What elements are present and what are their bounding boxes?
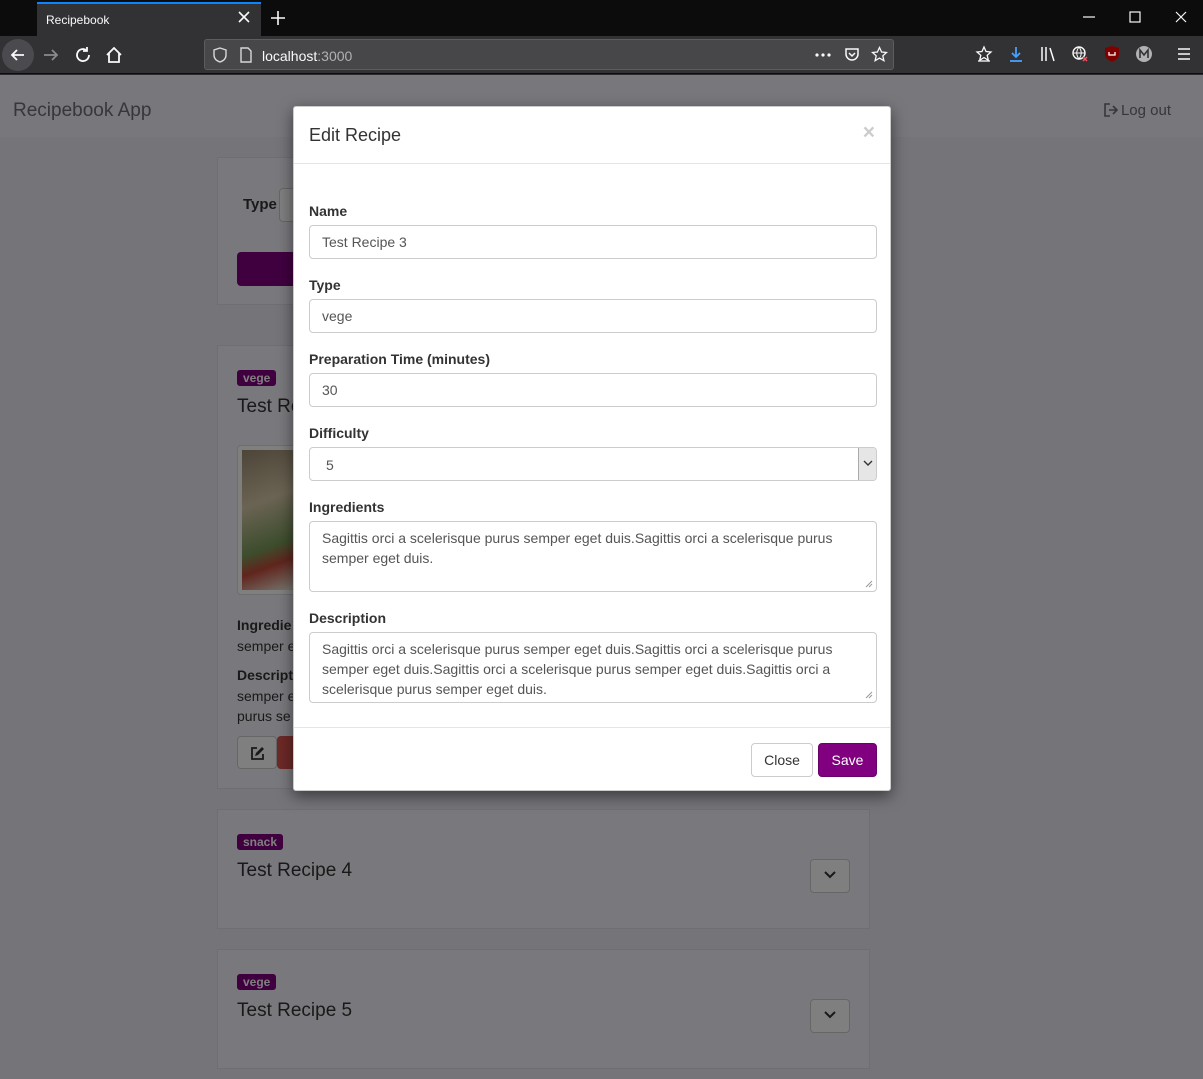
url-bar[interactable]: localhost:3000 (204, 39, 894, 70)
reload-icon (76, 47, 90, 62)
resize-grip-icon[interactable] (865, 580, 873, 588)
difficulty-select[interactable]: 5 (309, 447, 877, 481)
ublock-shield-icon[interactable] (1103, 45, 1121, 63)
prep-time-label: Preparation Time (minutes) (309, 351, 491, 367)
chevron-down-icon (863, 460, 873, 466)
tab-title: Recipebook (46, 13, 110, 27)
new-tab-icon[interactable] (268, 8, 288, 28)
tab-close-icon[interactable] (237, 10, 251, 24)
back-arrow-icon (10, 49, 24, 61)
forward-button[interactable] (40, 44, 62, 66)
prep-time-input[interactable] (309, 373, 877, 407)
browser-nav-bar: localhost:3000 (0, 36, 1203, 74)
browser-tab-bar: Recipebook (0, 0, 1203, 36)
shield-icon[interactable] (213, 47, 227, 63)
ingredients-label: Ingredients (309, 499, 385, 515)
edit-recipe-modal: Edit Recipe × Name Type Preparation Time… (293, 106, 891, 791)
description-textarea[interactable]: Sagittis orci a scelerisque purus semper… (309, 632, 877, 703)
reading-list-icon[interactable] (975, 45, 993, 63)
close-button[interactable]: Close (751, 743, 813, 777)
hamburger-menu-icon[interactable] (1176, 46, 1192, 62)
maximize-icon[interactable] (1126, 8, 1144, 26)
type-label: Type (309, 277, 341, 293)
browser-tab[interactable]: Recipebook (37, 2, 261, 36)
bookmark-star-icon[interactable] (871, 46, 888, 63)
back-button[interactable] (2, 39, 34, 71)
type-input[interactable] (309, 299, 877, 333)
modal-title: Edit Recipe (309, 125, 402, 145)
page-actions-icon[interactable] (814, 48, 832, 62)
home-button[interactable] (103, 44, 125, 66)
extension-globe-icon[interactable] (1071, 45, 1089, 63)
resize-grip-icon[interactable] (865, 691, 873, 699)
modal-header: Edit Recipe × (294, 107, 890, 164)
page-info-icon[interactable] (239, 47, 253, 63)
forward-arrow-icon (44, 49, 59, 61)
library-icon[interactable] (1039, 45, 1057, 63)
url-text: localhost:3000 (262, 48, 353, 64)
name-input[interactable] (309, 225, 877, 259)
save-button[interactable]: Save (818, 743, 877, 777)
home-icon (106, 46, 122, 63)
description-label: Description (309, 610, 387, 626)
page-viewport: Recipebook App Log out Type vege Test Re… (0, 75, 1203, 1079)
modal-footer: Close Save (294, 727, 890, 791)
ingredients-textarea[interactable]: Sagittis orci a scelerisque purus semper… (309, 521, 877, 592)
name-label: Name (309, 203, 348, 219)
minimize-icon[interactable] (1080, 8, 1098, 26)
modal-close-icon[interactable]: × (863, 121, 875, 145)
pocket-icon[interactable] (844, 46, 860, 62)
difficulty-selected-value: 5 (326, 457, 334, 473)
difficulty-dropdown-toggle[interactable] (858, 448, 876, 480)
download-icon[interactable] (1007, 45, 1025, 63)
reload-button[interactable] (72, 44, 94, 66)
window-close-icon[interactable] (1172, 8, 1190, 26)
difficulty-label: Difficulty (309, 425, 369, 441)
account-avatar-icon[interactable] (1135, 45, 1153, 63)
